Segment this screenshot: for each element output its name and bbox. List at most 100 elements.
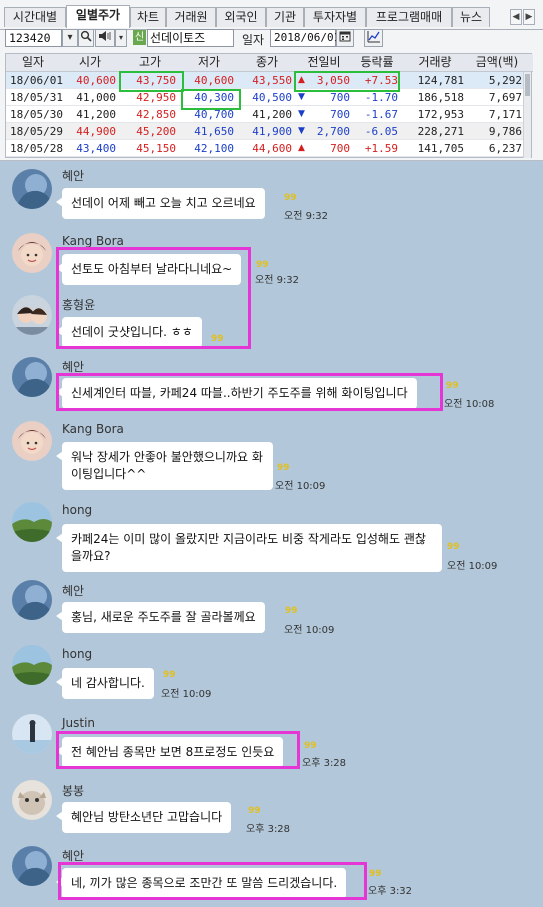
toolbar: 123420 ▾ ▾ 신 선데이토즈 일자 2018/06/01 (0, 28, 543, 50)
cell-volume: 124,781 (417, 74, 464, 87)
message-bubble[interactable]: 혜안님 방탄소년단 고맙습니다 (55, 802, 232, 833)
unread-count: 99 (163, 670, 176, 680)
col-date[interactable]: 일자 (6, 54, 60, 72)
cell-open: 40,600 (76, 74, 116, 87)
avatar[interactable] (12, 169, 52, 209)
tab-program-trading[interactable]: 프로그램매매 (366, 7, 452, 27)
message-time: 오전 10:09 (275, 481, 326, 492)
chevron-down-icon[interactable]: ▾ (62, 29, 78, 47)
sender-name: hong (62, 647, 93, 661)
cell-high: 42,850 (136, 108, 176, 121)
cell-rate: +1.59 (364, 142, 398, 155)
down-arrow-icon: ▼ (298, 109, 305, 119)
message-bubble[interactable]: 카페24는 이미 많이 올랐지만 지금이라도 비중 작게라도 입성해도 괜찮을까… (56, 524, 442, 572)
grid-scrollbar[interactable] (523, 72, 531, 158)
search-icon[interactable] (78, 29, 94, 47)
speaker-dropdown-icon[interactable]: ▾ (115, 29, 127, 47)
cell-close: 41,900 (252, 125, 292, 138)
chart-icon[interactable] (364, 29, 383, 47)
avatar[interactable] (12, 580, 52, 620)
avatar[interactable] (12, 233, 52, 273)
col-open[interactable]: 시가 (60, 54, 120, 72)
message-bubble[interactable]: 홍님, 새로운 주도주를 잘 골라볼께요 (56, 602, 265, 633)
cell-low: 40,600 (194, 74, 234, 87)
message-bubble[interactable]: 선데이 어제 빼고 오늘 치고 오르네요 (56, 188, 265, 219)
cell-amount: 7,697 (488, 91, 522, 104)
sender-name: hong (62, 503, 93, 517)
app-window: 시간대별 일별주가 차트 거래원 외국인 기관 투자자별 프로그램매매 뉴스 ◀… (0, 0, 543, 907)
cell-volume: 186,518 (417, 91, 464, 104)
cell-rate: -6.05 (364, 125, 398, 138)
table-row[interactable]: 18/05/30 41,200 42,850 40,700 41,200 ▼ 7… (6, 106, 526, 123)
avatar[interactable] (12, 421, 52, 461)
tab-foreign[interactable]: 외국인 (216, 7, 266, 27)
sender-name: 혜안 (62, 584, 85, 598)
col-low[interactable]: 저가 (180, 54, 238, 72)
calendar-icon[interactable] (336, 29, 354, 47)
tab-institution[interactable]: 기관 (266, 7, 304, 27)
tab-broker[interactable]: 거래원 (166, 7, 216, 27)
unread-count: 99 (447, 542, 460, 552)
tab-scroll-left[interactable]: ◀ (510, 9, 522, 25)
table-row[interactable]: 18/06/01 40,600 43,750 40,600 43,550 ▲ 3… (6, 72, 526, 89)
cell-change: 2,700 (316, 125, 350, 138)
cell-close: 43,550 (252, 74, 292, 87)
avatar[interactable] (12, 846, 52, 886)
highlight-messages-group (56, 247, 251, 349)
cell-date: 18/06/01 (10, 74, 63, 87)
message-time: 오전 9:32 (284, 211, 329, 222)
unread-count: 99 (248, 806, 261, 816)
avatar[interactable] (12, 645, 52, 685)
message-bubble[interactable]: 워낙 장세가 안좋아 불안했으니까요 화이팅입니다^^ (56, 442, 273, 490)
table-row[interactable]: 18/05/28 43,400 45,150 42,100 44,600 ▲ 7… (6, 140, 526, 157)
date-label: 일자 (242, 33, 265, 47)
message-time: 오전 10:09 (447, 561, 498, 572)
cell-high: 45,200 (136, 125, 176, 138)
cell-low: 41,650 (194, 125, 234, 138)
unread-count: 99 (256, 260, 269, 270)
col-amount[interactable]: 금액(백) (468, 54, 526, 72)
avatar[interactable] (12, 295, 52, 335)
col-close[interactable]: 종가 (238, 54, 296, 72)
unread-count: 99 (446, 381, 459, 391)
tab-scroll-right[interactable]: ▶ (523, 9, 535, 25)
table-row[interactable]: 18/05/31 41,000 42,950 40,300 40,500 ▼ 7… (6, 89, 526, 106)
col-volume[interactable]: 거래량 (402, 54, 468, 72)
col-high[interactable]: 고가 (120, 54, 180, 72)
stock-code-input[interactable]: 123420 (5, 29, 62, 47)
cell-close: 44,600 (252, 142, 292, 155)
tab-news[interactable]: 뉴스 (452, 7, 490, 27)
cell-date: 18/05/29 (10, 125, 63, 138)
col-rate[interactable]: 등락률 (352, 54, 402, 72)
tab-daily-price[interactable]: 일별주가 (66, 5, 130, 28)
cell-amount: 5,292 (488, 74, 522, 87)
cell-open: 44,900 (76, 125, 116, 138)
daily-price-grid: 일자 시가 고가 저가 종가 전일비 등락률 거래량 금액(백) 18/06/0… (5, 53, 533, 158)
grid-scrollbar-thumb[interactable] (525, 74, 530, 96)
cell-change: 700 (330, 142, 350, 155)
col-change[interactable]: 전일비 (296, 54, 352, 72)
credit-badge: 신 (133, 30, 146, 45)
unread-count: 99 (369, 869, 382, 879)
tab-chart[interactable]: 차트 (130, 7, 166, 27)
message-time: 오전 10:09 (284, 625, 335, 636)
cell-low: 42,100 (194, 142, 234, 155)
tab-time[interactable]: 시간대별 (4, 7, 66, 27)
date-input[interactable]: 2018/06/01 (270, 29, 340, 47)
highlight-message (58, 862, 367, 900)
cell-volume: 172,953 (417, 108, 464, 121)
avatar[interactable] (12, 502, 52, 542)
avatar[interactable] (12, 780, 52, 820)
message-bubble[interactable]: 네 감사합니다. (56, 668, 154, 699)
cell-amount: 7,171 (488, 108, 522, 121)
message-time: 오후 3:28 (302, 758, 347, 769)
avatar[interactable] (12, 357, 52, 397)
sender-name: 혜안 (62, 169, 85, 183)
sender-name: Kang Bora (62, 422, 124, 436)
table-row[interactable]: 18/05/29 44,900 45,200 41,650 41,900 ▼ 2… (6, 123, 526, 140)
tab-investor[interactable]: 투자자별 (304, 7, 366, 27)
avatar[interactable] (12, 714, 52, 754)
chat-area[interactable]: 혜안 선데이 어제 빼고 오늘 치고 오르네요 99 오전 9:32 Kang … (0, 161, 543, 907)
speaker-icon[interactable] (95, 29, 115, 47)
cell-close: 41,200 (252, 108, 292, 121)
